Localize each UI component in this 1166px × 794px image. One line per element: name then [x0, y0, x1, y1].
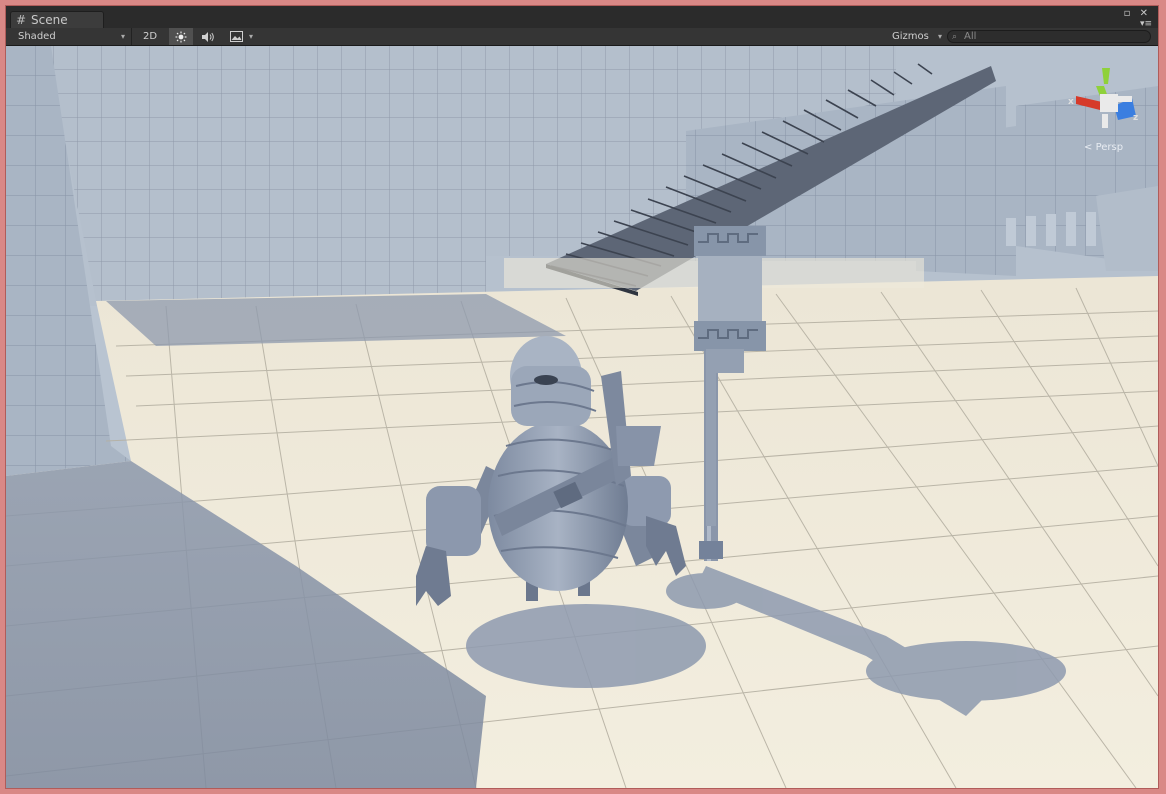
scene-window: # Scene ▫ ✕ ▾≡ Shaded ▾ 2D ▾ Gizmos ▾ ⌕ … — [6, 6, 1158, 788]
close-icon[interactable]: ✕ — [1140, 8, 1148, 19]
search-icon: ⌕ — [952, 32, 958, 42]
gizmo-z-label: z — [1133, 113, 1138, 123]
lighting-toggle[interactable] — [169, 28, 193, 45]
tab-scene[interactable]: # Scene — [10, 11, 104, 28]
mode-2d-button[interactable]: 2D — [138, 28, 162, 45]
window-buttons: ▫ ✕ — [1118, 8, 1148, 19]
effects-dropdown-caret[interactable]: ▾ — [246, 28, 256, 45]
tab-scene-label: Scene — [31, 13, 68, 27]
scene-toolbar: Shaded ▾ 2D ▾ Gizmos ▾ ⌕ All — [6, 28, 1158, 46]
scene-render[interactable]: y x z < Persp — [6, 46, 1158, 788]
effects-toggle[interactable] — [226, 28, 246, 45]
search-input[interactable]: ⌕ All — [947, 30, 1151, 43]
draw-mode-label: Shaded — [18, 31, 56, 42]
draw-mode-dropdown[interactable]: Shaded ▾ — [14, 28, 132, 45]
audio-toggle[interactable] — [196, 28, 220, 45]
tab-strip: # Scene ▫ ✕ ▾≡ — [6, 6, 1158, 29]
scene-viewport[interactable]: y x z < Persp — [6, 46, 1158, 788]
gizmo-x-label: x — [1068, 97, 1074, 107]
maximize-icon[interactable]: ▫ — [1124, 8, 1131, 19]
search-placeholder: All — [964, 31, 977, 42]
gizmo-y-label: y — [1103, 69, 1109, 79]
gizmos-dropdown[interactable]: Gizmos ▾ — [888, 28, 942, 45]
sun-icon — [175, 31, 187, 43]
image-icon — [229, 31, 243, 42]
gizmos-label: Gizmos — [892, 31, 929, 42]
speaker-icon — [202, 32, 214, 42]
chevron-down-icon: ▾ — [937, 32, 942, 41]
scene-grid-icon: # — [16, 13, 27, 27]
chevron-down-icon: ▾ — [120, 32, 125, 41]
gizmo-view-label[interactable]: < Persp — [1084, 142, 1123, 153]
